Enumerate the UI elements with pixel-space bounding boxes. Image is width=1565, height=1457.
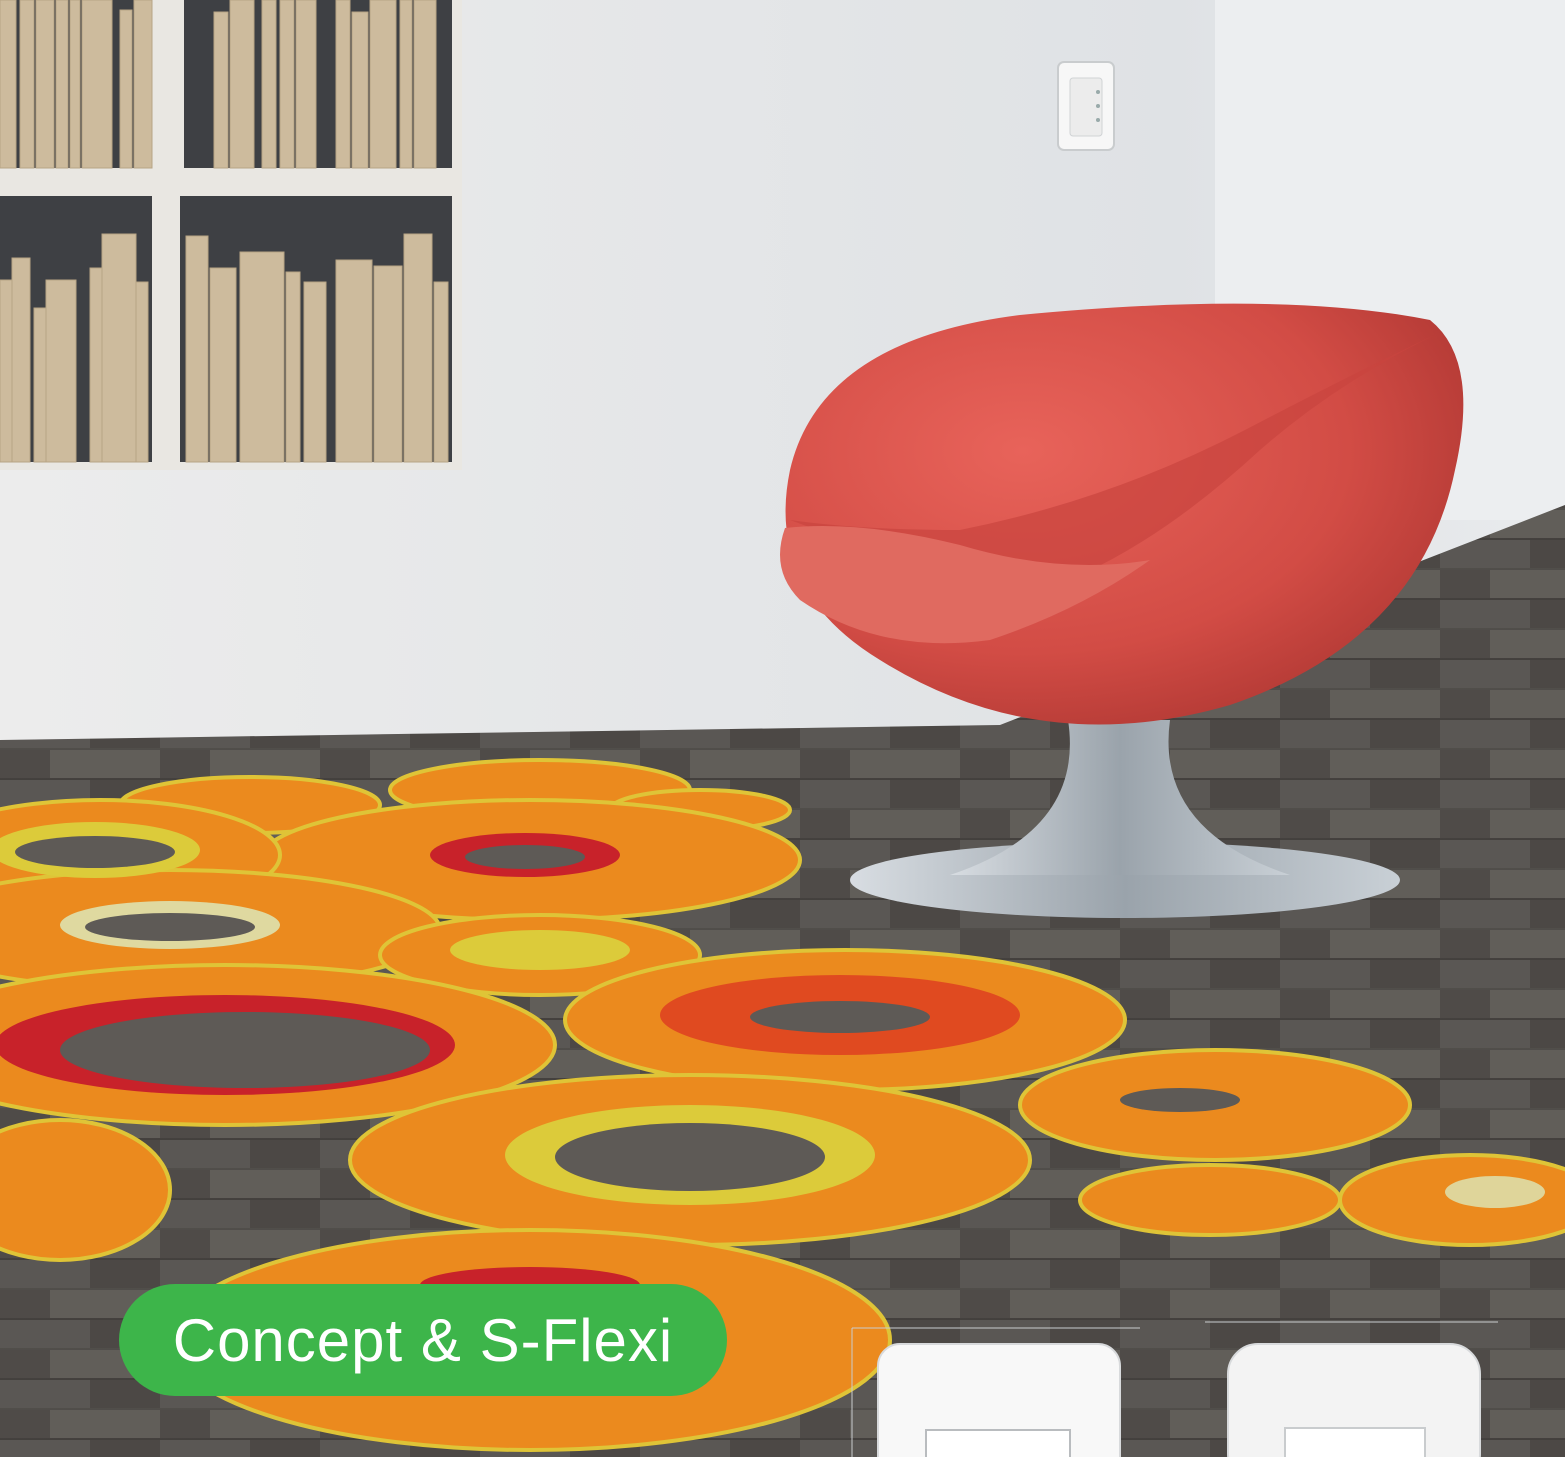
product-label-text: Concept & S-Flexi [172,1306,674,1374]
wall-switch-image [1057,61,1115,151]
room-scene [0,0,1565,1457]
bookshelf-image [0,0,462,470]
product-label-pill: Concept & S-Flexi [119,1284,727,1396]
